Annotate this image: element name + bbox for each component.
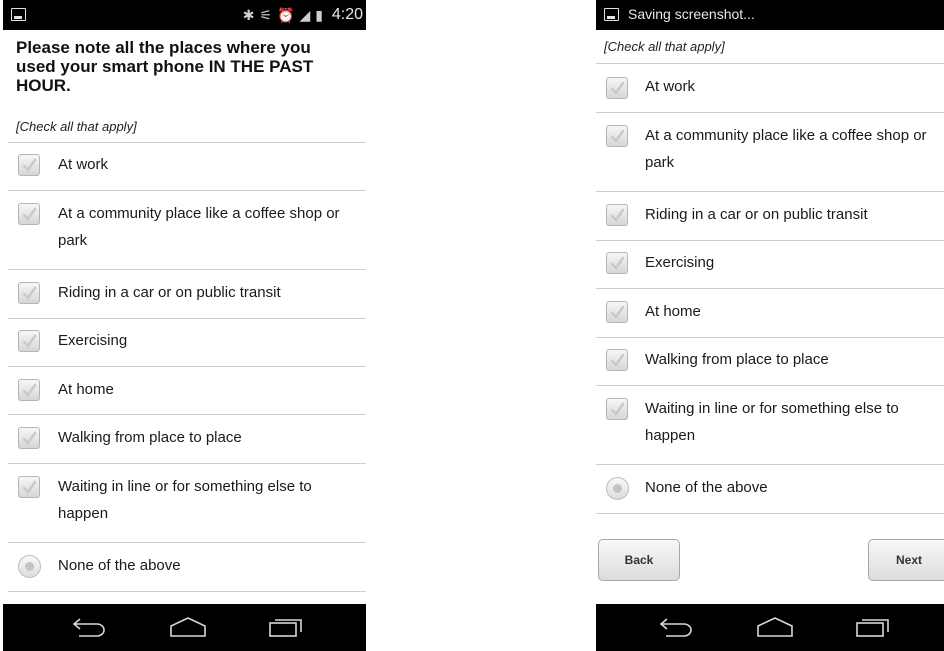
checkbox[interactable] bbox=[18, 379, 40, 401]
mute-icon: ⚟ bbox=[259, 7, 278, 23]
navigation-bar bbox=[596, 604, 944, 651]
option-label: Waiting in line or for something else to… bbox=[58, 478, 312, 522]
option-label: At work bbox=[58, 156, 109, 173]
checkbox[interactable] bbox=[606, 398, 628, 420]
check-icon bbox=[610, 305, 625, 319]
option-label: At a community place like a coffee shop … bbox=[58, 205, 340, 249]
option-label: Walking from place to place bbox=[58, 429, 242, 446]
check-icon bbox=[22, 207, 37, 221]
checkbox[interactable] bbox=[606, 301, 628, 323]
option-label: At home bbox=[58, 381, 114, 398]
check-icon bbox=[610, 402, 625, 416]
option-label: At work bbox=[645, 78, 696, 95]
divider bbox=[596, 513, 944, 514]
checkbox[interactable] bbox=[18, 282, 40, 304]
gallery-notification-icon bbox=[11, 8, 26, 21]
check-icon bbox=[610, 208, 625, 222]
divider bbox=[596, 288, 944, 289]
home-icon[interactable] bbox=[755, 616, 795, 638]
instruction-text: [Check all that apply] bbox=[16, 119, 137, 134]
home-icon[interactable] bbox=[168, 616, 208, 638]
status-time: 4:20 bbox=[331, 6, 363, 23]
check-icon bbox=[22, 286, 37, 300]
question-text: Please note all the places where you use… bbox=[16, 38, 314, 95]
recent-apps-icon[interactable] bbox=[268, 616, 304, 638]
check-icon bbox=[22, 158, 37, 172]
radio-button[interactable] bbox=[606, 477, 629, 500]
checkbox[interactable] bbox=[606, 349, 628, 371]
option-label: Riding in a car or on public transit bbox=[58, 284, 281, 301]
checkbox[interactable] bbox=[18, 476, 40, 498]
checkbox[interactable] bbox=[606, 252, 628, 274]
divider bbox=[596, 240, 944, 241]
status-notification: Saving screenshot... bbox=[628, 6, 755, 22]
option-label: At a community place like a coffee shop … bbox=[645, 127, 927, 171]
check-icon bbox=[22, 334, 37, 348]
check-icon bbox=[610, 81, 625, 95]
bluetooth-icon: ✱ bbox=[242, 7, 260, 23]
divider bbox=[8, 142, 366, 143]
instruction-text: [Check all that apply] bbox=[604, 39, 725, 54]
alarm-icon: ⏰ bbox=[277, 7, 300, 23]
option-label: Exercising bbox=[58, 332, 128, 349]
divider bbox=[8, 414, 366, 415]
left-phone-screen: ✱⚟⏰◢▮ 4:20 Please note all the places wh… bbox=[3, 0, 366, 651]
right-phone-screen: Saving screenshot... [Check all that app… bbox=[596, 0, 944, 651]
divider bbox=[596, 63, 944, 64]
checkbox[interactable] bbox=[18, 203, 40, 225]
status-icons: ✱⚟⏰◢▮ bbox=[243, 7, 328, 24]
status-bar: Saving screenshot... bbox=[596, 0, 944, 30]
divider bbox=[8, 591, 366, 592]
option-label: At home bbox=[645, 303, 701, 320]
back-button[interactable]: Back bbox=[598, 539, 680, 581]
checkbox[interactable] bbox=[18, 330, 40, 352]
option-label: Exercising bbox=[645, 254, 715, 271]
gallery-notification-icon bbox=[604, 8, 619, 21]
check-icon bbox=[610, 353, 625, 367]
divider bbox=[8, 269, 366, 270]
divider bbox=[8, 190, 366, 191]
divider bbox=[596, 385, 944, 386]
option-label: Riding in a car or on public transit bbox=[645, 206, 868, 223]
divider bbox=[8, 366, 366, 367]
checkbox[interactable] bbox=[18, 154, 40, 176]
check-icon bbox=[22, 480, 37, 494]
next-button[interactable]: Next bbox=[868, 539, 944, 581]
check-icon bbox=[610, 256, 625, 270]
status-bar: ✱⚟⏰◢▮ 4:20 bbox=[3, 0, 366, 30]
divider bbox=[596, 337, 944, 338]
back-icon[interactable] bbox=[69, 616, 107, 638]
checkbox[interactable] bbox=[606, 125, 628, 147]
recent-apps-icon[interactable] bbox=[855, 616, 891, 638]
option-label: None of the above bbox=[58, 557, 181, 574]
option-label: Walking from place to place bbox=[645, 351, 829, 368]
divider bbox=[8, 542, 366, 543]
checkbox[interactable] bbox=[606, 77, 628, 99]
divider bbox=[596, 464, 944, 465]
option-label: None of the above bbox=[645, 479, 768, 496]
navigation-bar bbox=[3, 604, 366, 651]
divider bbox=[8, 463, 366, 464]
check-icon bbox=[610, 129, 625, 143]
divider bbox=[8, 318, 366, 319]
battery-icon: ▮ bbox=[315, 7, 328, 23]
option-label: Waiting in line or for something else to… bbox=[645, 400, 899, 444]
wifi-signal-icon: ◢ bbox=[299, 7, 316, 23]
divider bbox=[596, 112, 944, 113]
check-icon bbox=[22, 431, 37, 445]
radio-button[interactable] bbox=[18, 555, 41, 578]
checkbox[interactable] bbox=[18, 427, 40, 449]
check-icon bbox=[22, 383, 37, 397]
back-icon[interactable] bbox=[656, 616, 694, 638]
checkbox[interactable] bbox=[606, 204, 628, 226]
divider bbox=[596, 191, 944, 192]
